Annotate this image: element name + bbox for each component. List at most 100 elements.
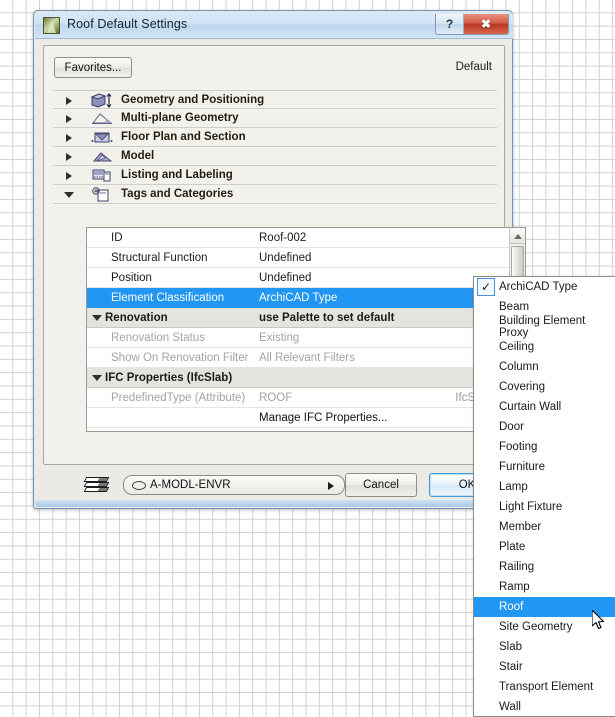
window-buttons: ? ✖ xyxy=(435,14,509,35)
tags-icon xyxy=(91,187,113,202)
chevron-down-icon[interactable] xyxy=(92,315,102,321)
menu-item-transport-element[interactable]: Transport Element xyxy=(474,677,615,697)
sidebar-item-tags-and-categories[interactable]: Tags and Categories xyxy=(53,185,497,204)
menu-item-label: Plate xyxy=(499,541,526,553)
menu-item-furniture[interactable]: Furniture xyxy=(474,457,615,477)
sidebar-item-floor-plan-and-section[interactable]: Floor Plan and Section xyxy=(53,128,497,147)
sidebar-item-label: Tags and Categories xyxy=(121,188,234,200)
element-classification-dropdown[interactable]: ✓ ArchiCAD Type Beam Building Element Pr… xyxy=(473,276,615,717)
chevron-right-icon[interactable] xyxy=(66,115,72,123)
row-key: Position xyxy=(111,271,152,284)
floorplan-icon xyxy=(91,130,113,145)
row-value: Existing xyxy=(259,331,300,344)
menu-item-label: Footing xyxy=(499,441,538,453)
row-value: ROOF xyxy=(259,391,293,404)
menu-item-label: Member xyxy=(499,521,542,533)
title-bar[interactable]: Roof Default Settings ? ✖ xyxy=(35,12,513,39)
menu-item-label: ArchiCAD Type xyxy=(499,281,578,293)
menu-item-label: Furniture xyxy=(499,461,546,473)
menu-item-curtain-wall[interactable]: Curtain Wall xyxy=(474,397,615,417)
chevron-down-icon[interactable] xyxy=(92,375,102,381)
menu-item-label: Stair xyxy=(499,661,523,673)
row-key: Renovation Status xyxy=(111,331,205,344)
menu-item-label: Door xyxy=(499,421,524,433)
menu-item-light-fixture[interactable]: Light Fixture xyxy=(474,497,615,517)
sidebar-item-multi-plane-geometry[interactable]: Multi-plane Geometry xyxy=(53,109,497,128)
table-row-renovation-section[interactable]: Renovation use Palette to set default xyxy=(87,308,510,328)
row-key: ID xyxy=(111,231,123,244)
menu-item-label: Transport Element xyxy=(499,681,594,693)
chevron-right-icon[interactable] xyxy=(328,482,334,490)
row-value: Undefined xyxy=(259,271,312,284)
menu-item-label: Covering xyxy=(499,381,546,393)
table-row[interactable]: Structural Function Undefined xyxy=(87,248,510,268)
sidebar-item-geometry-and-positioning[interactable]: Geometry and Positioning xyxy=(53,90,497,109)
row-key: Renovation xyxy=(105,311,168,324)
chevron-right-icon[interactable] xyxy=(66,172,72,180)
manage-ifc-properties-row[interactable]: Manage IFC Properties... xyxy=(87,408,510,428)
menu-item-label: Column xyxy=(499,361,539,373)
table-row-renovation-status[interactable]: Renovation Status Existing xyxy=(87,328,510,348)
footer-strip xyxy=(35,500,513,507)
menu-item-label: Building Element Proxy xyxy=(499,315,586,339)
menu-item-footing[interactable]: Footing xyxy=(474,437,615,457)
row-value: Undefined xyxy=(259,251,312,264)
sidebar-item-listing-and-labeling[interactable]: Listing and Labeling xyxy=(53,166,497,185)
close-button[interactable]: ✖ xyxy=(464,14,508,34)
menu-item-column[interactable]: Column xyxy=(474,357,615,377)
menu-item-lamp[interactable]: Lamp xyxy=(474,477,615,497)
sidebar-item-label: Multi-plane Geometry xyxy=(121,112,239,124)
table-row[interactable]: ID Roof-002 xyxy=(87,228,510,248)
menu-item-label: Slab xyxy=(499,641,523,653)
listing-icon xyxy=(91,168,113,183)
menu-item-site-geometry[interactable]: Site Geometry xyxy=(474,617,615,637)
layer-select[interactable]: A-MODL-ENVR xyxy=(123,475,345,495)
cancel-button[interactable]: Cancel xyxy=(345,473,417,497)
row-key: Structural Function xyxy=(111,251,208,264)
chevron-right-icon[interactable] xyxy=(66,134,72,142)
menu-item-member[interactable]: Member xyxy=(474,517,615,537)
menu-item-door[interactable]: Door xyxy=(474,417,615,437)
menu-item-railing[interactable]: Railing xyxy=(474,557,615,577)
row-value: ArchiCAD Type xyxy=(259,291,338,304)
menu-item-ramp[interactable]: Ramp xyxy=(474,577,615,597)
menu-item-label: Ceiling xyxy=(499,341,535,353)
default-label: Default xyxy=(455,61,492,73)
layers-icon xyxy=(83,477,111,494)
menu-item-stair[interactable]: Stair xyxy=(474,657,615,677)
table-row-element-classification[interactable]: Element Classification ArchiCAD Type xyxy=(87,288,510,308)
menu-item-wall[interactable]: Wall xyxy=(474,697,615,716)
favorites-button[interactable]: Favorites... xyxy=(54,57,132,78)
menu-item-label: Beam xyxy=(499,301,530,313)
menu-item-beam[interactable]: Beam xyxy=(474,297,615,317)
chevron-down-icon[interactable] xyxy=(64,192,74,198)
sidebar-item-label: Listing and Labeling xyxy=(121,169,233,181)
menu-item-roof[interactable]: Roof xyxy=(474,597,615,617)
row-key: Show On Renovation Filter xyxy=(111,351,249,364)
layer-swatch-icon xyxy=(132,481,146,490)
row-value[interactable]: Manage IFC Properties... xyxy=(259,412,387,424)
table-row-predefined-type[interactable]: PredefinedType (Attribute) ROOF IfcSlab.… xyxy=(87,388,510,408)
row-value: use Palette to set default xyxy=(259,311,395,324)
menu-item-archicad-type[interactable]: ✓ ArchiCAD Type xyxy=(474,277,615,297)
table-row[interactable]: Show On Renovation Filter All Relevant F… xyxy=(87,348,510,368)
menu-item-label: Railing xyxy=(499,561,535,573)
geometry-icon xyxy=(90,93,113,108)
table-row-ifc-properties-section[interactable]: IFC Properties (IfcSlab) xyxy=(87,368,510,388)
chevron-right-icon[interactable] xyxy=(66,97,72,105)
menu-item-plate[interactable]: Plate xyxy=(474,537,615,557)
menu-item-building-element-proxy[interactable]: Building Element Proxy xyxy=(474,315,615,339)
row-value: Roof-002 xyxy=(259,231,307,244)
scroll-up-icon[interactable] xyxy=(510,228,525,244)
menu-item-ceiling[interactable]: Ceiling xyxy=(474,337,615,357)
chevron-right-icon[interactable] xyxy=(66,153,72,161)
sidebar-item-model[interactable]: Model xyxy=(53,147,497,166)
menu-item-covering[interactable]: Covering xyxy=(474,377,615,397)
help-button[interactable]: ? xyxy=(436,14,464,34)
menu-item-slab[interactable]: Slab xyxy=(474,637,615,657)
archicad-roof-icon xyxy=(43,17,60,34)
check-icon: ✓ xyxy=(477,278,495,296)
row-value: All Relevant Filters xyxy=(259,351,355,364)
table-row[interactable]: Position Undefined xyxy=(87,268,510,288)
window-title: Roof Default Settings xyxy=(67,17,188,31)
